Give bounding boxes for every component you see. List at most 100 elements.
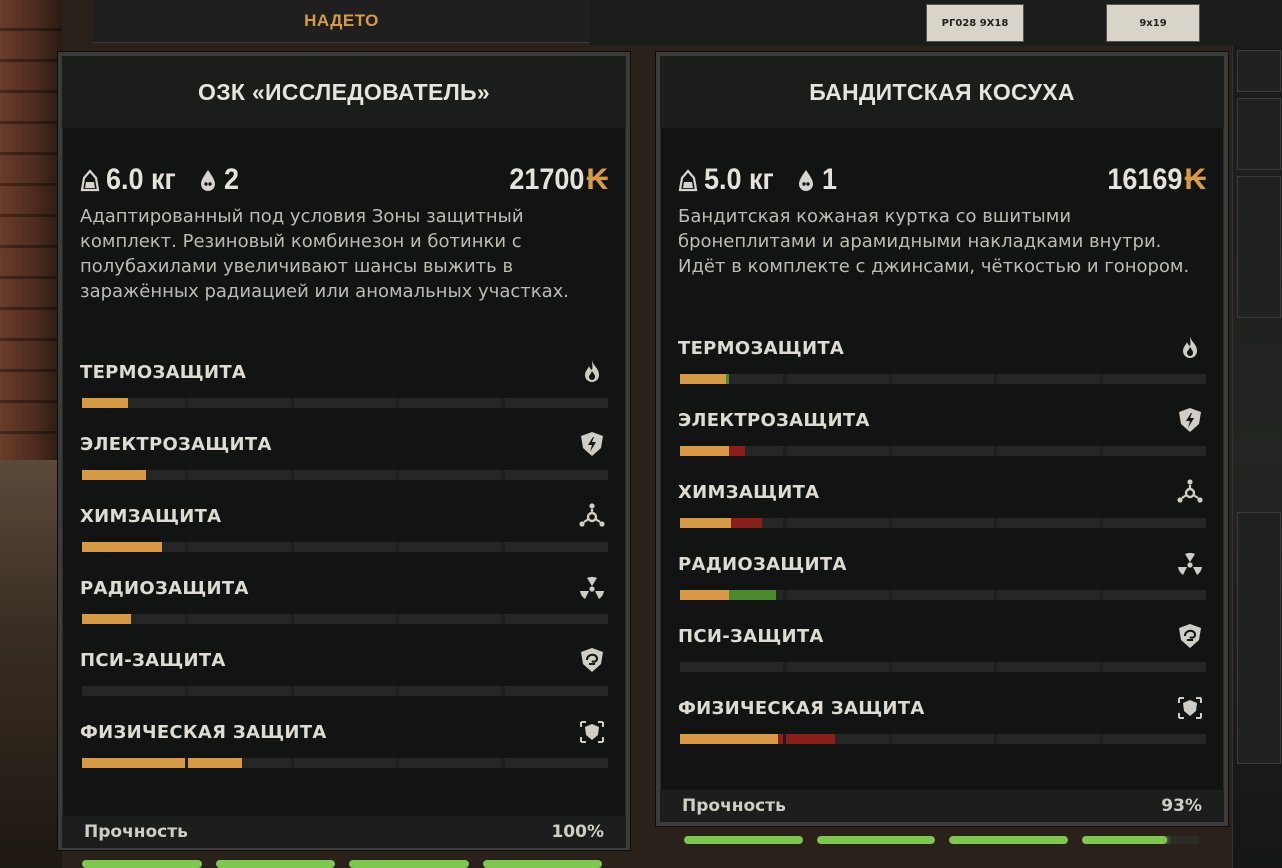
weight-icon xyxy=(678,169,698,192)
protection-row: РАДИОЗАЩИТА xyxy=(678,552,1206,614)
protection-bar xyxy=(82,614,608,624)
item-description: Бандитская кожаная куртка со вшитыми бро… xyxy=(678,206,1190,277)
protection-bar-segment xyxy=(82,614,185,624)
protection-bar-segment xyxy=(785,590,889,600)
protection-label: ЭЛЕКТРОЗАЩИТА xyxy=(678,410,870,431)
protection-label: ПСИ-ЗАЩИТА xyxy=(80,650,226,671)
protection-bar xyxy=(680,662,1206,672)
protection-bar-segment xyxy=(891,446,995,456)
protection-fill xyxy=(82,758,185,768)
protection-bar-segment xyxy=(1103,734,1206,744)
protection-fill xyxy=(82,398,129,408)
protection-bar-segment xyxy=(997,446,1101,456)
protection-bar-segment xyxy=(680,734,783,744)
protection-bar xyxy=(680,590,1206,600)
physical-shield-icon xyxy=(578,718,606,746)
protection-bar xyxy=(82,758,608,768)
protection-label: ФИЗИЧЕСКАЯ ЗАЩИТА xyxy=(678,698,925,719)
inventory-cell[interactable] xyxy=(1237,512,1281,764)
ammo-label: 9x19 xyxy=(1139,17,1167,29)
inventory-cell[interactable] xyxy=(1237,50,1281,92)
item-title: ОЗК «ИССЛЕДОВАТЕЛЬ» xyxy=(62,56,626,128)
fire-icon xyxy=(578,358,606,386)
protection-bar xyxy=(82,470,608,480)
protection-bar-segment xyxy=(785,518,889,528)
item-description: Адаптированный под условия Зоны защитный… xyxy=(80,206,570,302)
protection-bar-segment xyxy=(997,734,1101,744)
weight-value: 6.0 кг xyxy=(106,163,176,196)
protection-label: ХИМЗАЩИТА xyxy=(80,506,222,527)
physical-shield-icon xyxy=(1176,694,1204,722)
durability-fill xyxy=(215,860,335,868)
protection-label: ПСИ-ЗАЩИТА xyxy=(678,626,824,647)
inventory-cell[interactable] xyxy=(1237,98,1281,170)
durability-bar xyxy=(684,836,1200,844)
protection-bar-segment xyxy=(293,758,397,768)
durability-bar xyxy=(82,860,602,868)
protection-label: РАДИОЗАЩИТА xyxy=(80,578,249,599)
protection-bar-segment xyxy=(82,758,185,768)
protection-bar-segment xyxy=(82,542,185,552)
price: 21700 ₭ xyxy=(501,163,608,197)
durability-value: 93% xyxy=(1161,796,1202,816)
durability-fill xyxy=(816,836,935,844)
protection-bar-segment xyxy=(505,686,608,696)
item-card-kosukha: БАНДИТСКАЯ КОСУХА 5.0 кг 1 16169 ₭ Банди… xyxy=(656,52,1228,826)
protection-bar-segment xyxy=(680,590,783,600)
durability-fill xyxy=(482,860,602,868)
protection-bar xyxy=(680,374,1206,384)
inventory-cell[interactable] xyxy=(1237,176,1281,318)
protection-bar-segment xyxy=(997,518,1101,528)
durability-segment xyxy=(1081,836,1200,844)
protection-label: РАДИОЗАЩИТА xyxy=(678,554,847,575)
protection-bar xyxy=(82,686,608,696)
protection-bar-segment xyxy=(891,590,995,600)
durability-fill xyxy=(82,860,202,868)
protection-bar-segment xyxy=(187,398,291,408)
protection-label: ТЕРМОЗАЩИТА xyxy=(678,338,845,359)
protection-fill-extra xyxy=(731,518,763,528)
inventory-strip: РГ028 9X18 9x19 xyxy=(590,0,1282,46)
background-wall xyxy=(0,0,62,868)
protection-bar-segment xyxy=(399,614,503,624)
currency-icon: ₭ xyxy=(586,163,608,196)
durability-label: Прочность xyxy=(682,796,786,816)
protection-bar-segment xyxy=(293,542,397,552)
protection-fill xyxy=(680,734,778,744)
durability-segment xyxy=(482,860,602,868)
durability-fill xyxy=(1081,836,1167,844)
protection-bar xyxy=(82,542,608,552)
protection-fill xyxy=(680,374,727,384)
protection-fill xyxy=(680,590,730,600)
protection-fill-extra xyxy=(777,734,783,744)
protection-bar-segment xyxy=(82,470,185,480)
fire-icon xyxy=(1176,334,1204,362)
durability-segment xyxy=(82,860,202,868)
protection-fill-extra xyxy=(729,446,745,456)
protection-bar-segment xyxy=(82,686,185,696)
slots-icon xyxy=(200,170,215,191)
protection-bar-segment xyxy=(997,662,1101,672)
ammo-box-ares[interactable]: 9x19 xyxy=(1106,4,1200,42)
protection-bar-segment xyxy=(785,374,889,384)
protection-fill xyxy=(680,518,732,528)
protection-bar-segment xyxy=(187,758,291,768)
electro-shield-icon xyxy=(578,430,606,458)
ammo-label: РГ028 9X18 xyxy=(941,17,1009,29)
price-value: 21700 xyxy=(509,163,585,196)
protection-fill xyxy=(82,470,146,480)
protection-row: ПСИ-ЗАЩИТА xyxy=(678,624,1206,686)
psi-shield-icon xyxy=(1176,622,1204,650)
ammo-box-pnb[interactable]: РГ028 9X18 xyxy=(926,4,1024,42)
background-sofa xyxy=(0,460,62,868)
durability-row: Прочность 93% xyxy=(660,790,1224,822)
protection-bar-segment xyxy=(891,518,995,528)
electro-shield-icon xyxy=(1176,406,1204,434)
protection-fill xyxy=(680,446,730,456)
weight-value: 5.0 кг xyxy=(704,163,774,196)
protection-bar xyxy=(680,734,1206,744)
protection-bar-segment xyxy=(505,542,608,552)
protection-label: ФИЗИЧЕСКАЯ ЗАЩИТА xyxy=(80,722,327,743)
protection-bar-segment xyxy=(680,518,783,528)
equipped-tab[interactable]: НАДЕТО xyxy=(93,0,590,43)
